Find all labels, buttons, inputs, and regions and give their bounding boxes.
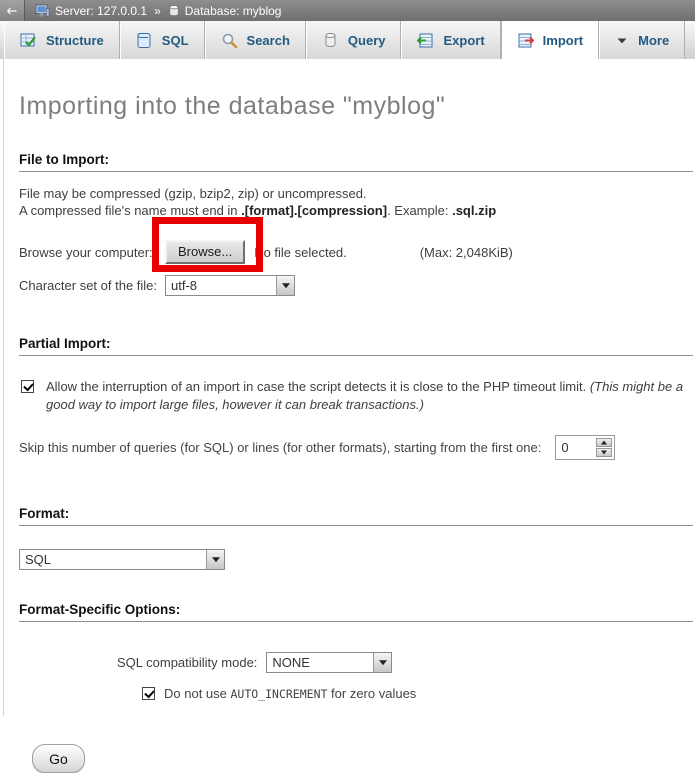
charset-dropdown-arrow-icon[interactable] — [276, 276, 294, 295]
tab-label: Import — [543, 33, 583, 48]
section-heading-format: Format: — [19, 506, 693, 526]
charset-row: Character set of the file: utf-8 — [19, 275, 693, 296]
section-heading-format-options: Format-Specific Options: — [19, 602, 693, 622]
import-icon — [517, 32, 534, 49]
tab-label: Structure — [46, 33, 104, 48]
main-content: Importing into the database "myblog" Fil… — [3, 59, 695, 716]
tab-label: SQL — [162, 33, 189, 48]
tab-label: More — [638, 33, 669, 48]
tab-import[interactable]: Import — [501, 21, 599, 59]
browse-button[interactable]: Browse... — [165, 240, 245, 264]
tab-query[interactable]: Query — [306, 21, 402, 59]
section-heading-partial-import: Partial Import: — [19, 336, 693, 356]
breadcrumb: Server: 127.0.0.1 » Database: myblog — [35, 4, 281, 18]
browse-row: Browse your computer: Browse... No file … — [19, 240, 693, 264]
compress-info-line: File may be compressed (gzip, bzip2, zip… — [19, 185, 693, 202]
section-heading-file-to-import: File to Import: — [19, 152, 693, 172]
tab-label: Search — [247, 33, 290, 48]
tab-search[interactable]: Search — [205, 21, 306, 59]
skip-queries-label: Skip this number of queries (for SQL) or… — [19, 440, 541, 455]
charset-label: Character set of the file: — [19, 278, 165, 293]
tab-more[interactable]: More — [599, 21, 685, 59]
back-button[interactable] — [0, 0, 25, 21]
allow-interrupt-checkbox[interactable] — [21, 380, 34, 393]
example-extension: .sql.zip — [452, 203, 496, 218]
chevron-down-icon — [615, 32, 629, 49]
server-icon — [35, 4, 50, 18]
breadcrumb-bar: Server: 127.0.0.1 » Database: myblog — [0, 0, 695, 21]
file-import-description: File may be compressed (gzip, bzip2, zip… — [19, 185, 693, 219]
skip-queries-input[interactable] — [556, 436, 590, 459]
stepper-up-icon[interactable] — [596, 438, 612, 447]
charset-selected-value: utf-8 — [166, 276, 203, 295]
tab-label: Query — [348, 33, 386, 48]
tab-bar: Structure SQL Search Query Export — [0, 21, 695, 59]
auto-increment-label: Do not use AUTO_INCREMENT for zero value… — [164, 686, 416, 701]
go-button[interactable]: Go — [32, 744, 85, 773]
allow-interrupt-row: Allow the interruption of an import in c… — [19, 378, 693, 414]
sql-compatibility-select[interactable]: NONE — [266, 652, 392, 673]
allow-interrupt-label: Allow the interruption of an import in c… — [46, 378, 693, 414]
max-upload-size: (Max: 2,048KiB) — [420, 245, 513, 260]
auto-increment-checkbox[interactable] — [142, 687, 155, 700]
auto-increment-row: Do not use AUTO_INCREMENT for zero value… — [19, 686, 693, 701]
database-icon — [168, 4, 180, 18]
structure-icon — [20, 32, 37, 49]
charset-select[interactable]: utf-8 — [165, 275, 295, 296]
format-select[interactable]: SQL — [19, 549, 225, 570]
sql-compatibility-row: SQL compatibility mode: NONE — [19, 652, 693, 673]
tab-export[interactable]: Export — [401, 21, 500, 59]
skip-queries-stepper — [555, 435, 615, 460]
skip-queries-row: Skip this number of queries (for SQL) or… — [19, 435, 693, 460]
compat-dropdown-arrow-icon[interactable] — [373, 653, 391, 672]
stepper-buttons — [594, 436, 614, 459]
breadcrumb-separator: » — [154, 4, 161, 18]
query-icon — [322, 32, 339, 49]
no-file-selected-text: No file selected. — [254, 245, 347, 260]
back-arrow-icon — [5, 5, 19, 17]
format-select-row: SQL — [19, 549, 693, 570]
browse-label: Browse your computer: — [19, 245, 165, 260]
sql-compatibility-value: NONE — [267, 653, 316, 672]
sql-icon — [136, 32, 153, 49]
stepper-down-icon[interactable] — [596, 448, 612, 457]
filename-info-line: A compressed file's name must end in .[f… — [19, 202, 693, 219]
auto-increment-keyword: AUTO_INCREMENT — [231, 687, 328, 701]
format-compression-hint: .[format].[compression] — [241, 203, 387, 218]
tab-sql[interactable]: SQL — [120, 21, 205, 59]
format-dropdown-arrow-icon[interactable] — [206, 550, 224, 569]
breadcrumb-database[interactable]: Database: myblog — [185, 4, 282, 18]
export-icon — [417, 32, 434, 49]
sql-compatibility-label: SQL compatibility mode: — [117, 655, 257, 670]
tab-label: Export — [443, 33, 484, 48]
format-selected-value: SQL — [20, 550, 57, 569]
page-title: Importing into the database "myblog" — [19, 59, 693, 121]
breadcrumb-server[interactable]: Server: 127.0.0.1 — [55, 4, 147, 18]
search-icon — [221, 32, 238, 49]
tab-structure[interactable]: Structure — [4, 21, 120, 59]
